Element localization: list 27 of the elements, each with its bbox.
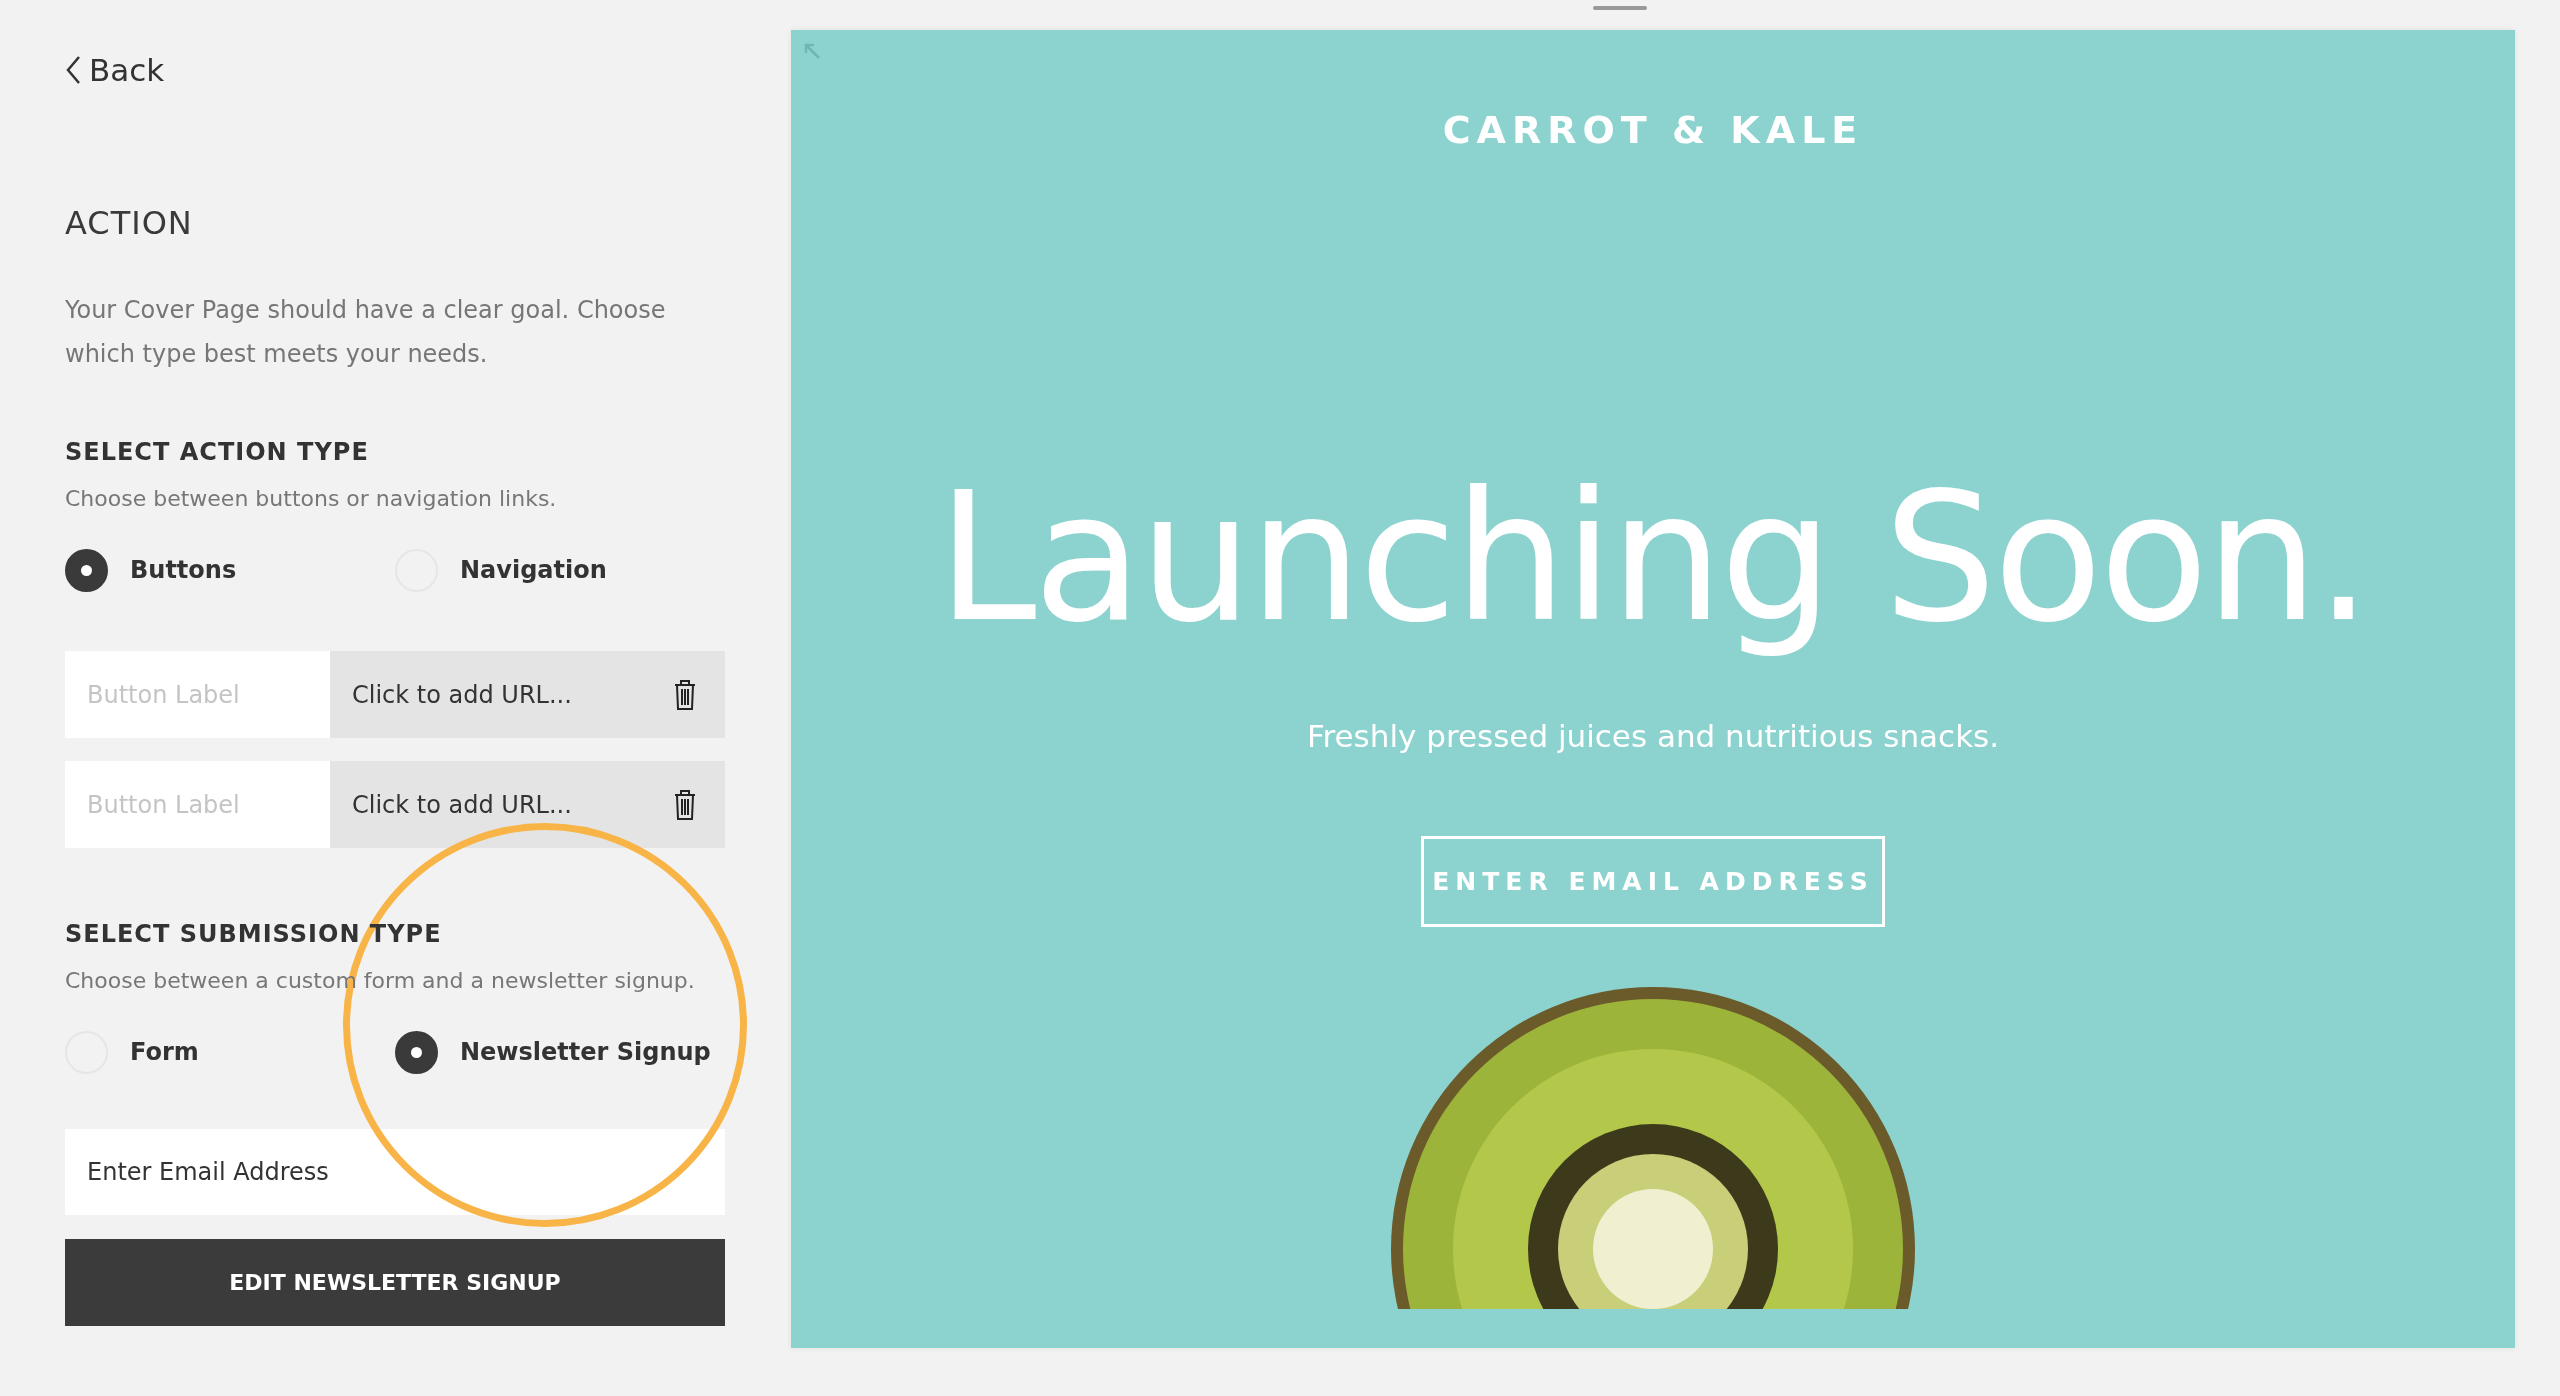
section-title: ACTION <box>65 204 194 242</box>
radio-option[interactable]: Buttons <box>65 548 395 592</box>
radio-button[interactable] <box>395 1030 438 1074</box>
url-field[interactable]: Click to add URL... <box>330 761 725 848</box>
url-placeholder: Click to add URL... <box>352 790 572 819</box>
section-hint: Choose between buttons or navigation links. <box>65 486 558 511</box>
button-label-field[interactable]: Button Label <box>65 761 330 848</box>
brand-title: CARROT & KALE <box>1442 108 1864 152</box>
url-field[interactable]: Click to add URL... <box>330 651 725 738</box>
edit-newsletter-button[interactable]: EDIT NEWSLETTER SIGNUP <box>65 1239 725 1326</box>
button-label-field[interactable]: Button Label <box>65 651 330 738</box>
radio-option[interactable]: Form <box>65 1030 395 1074</box>
back-link[interactable]: Back <box>65 52 165 88</box>
chevron-left-icon <box>65 55 81 85</box>
resize-handle[interactable] <box>1593 6 1647 10</box>
headline: Launching Soon. <box>936 453 2370 663</box>
url-placeholder: Click to add URL... <box>352 680 572 709</box>
email-field[interactable]: Enter Email Address <box>65 1129 725 1215</box>
subtitle: Freshly pressed juices and nutritious snacks. <box>1306 718 2000 755</box>
radio-option[interactable]: Newsletter Signup <box>395 1030 725 1074</box>
trash-icon[interactable] <box>673 678 697 711</box>
section-heading: SELECT ACTION TYPE <box>65 438 370 466</box>
section-heading: SELECT SUBMISSION TYPE <box>65 920 443 948</box>
radio-option[interactable]: Navigation <box>395 548 725 592</box>
trash-icon[interactable] <box>673 788 697 821</box>
section-description: Your Cover Page should have a clear goal. Choose which type best meets your needs. <box>65 295 667 370</box>
radio-button[interactable] <box>65 548 108 592</box>
